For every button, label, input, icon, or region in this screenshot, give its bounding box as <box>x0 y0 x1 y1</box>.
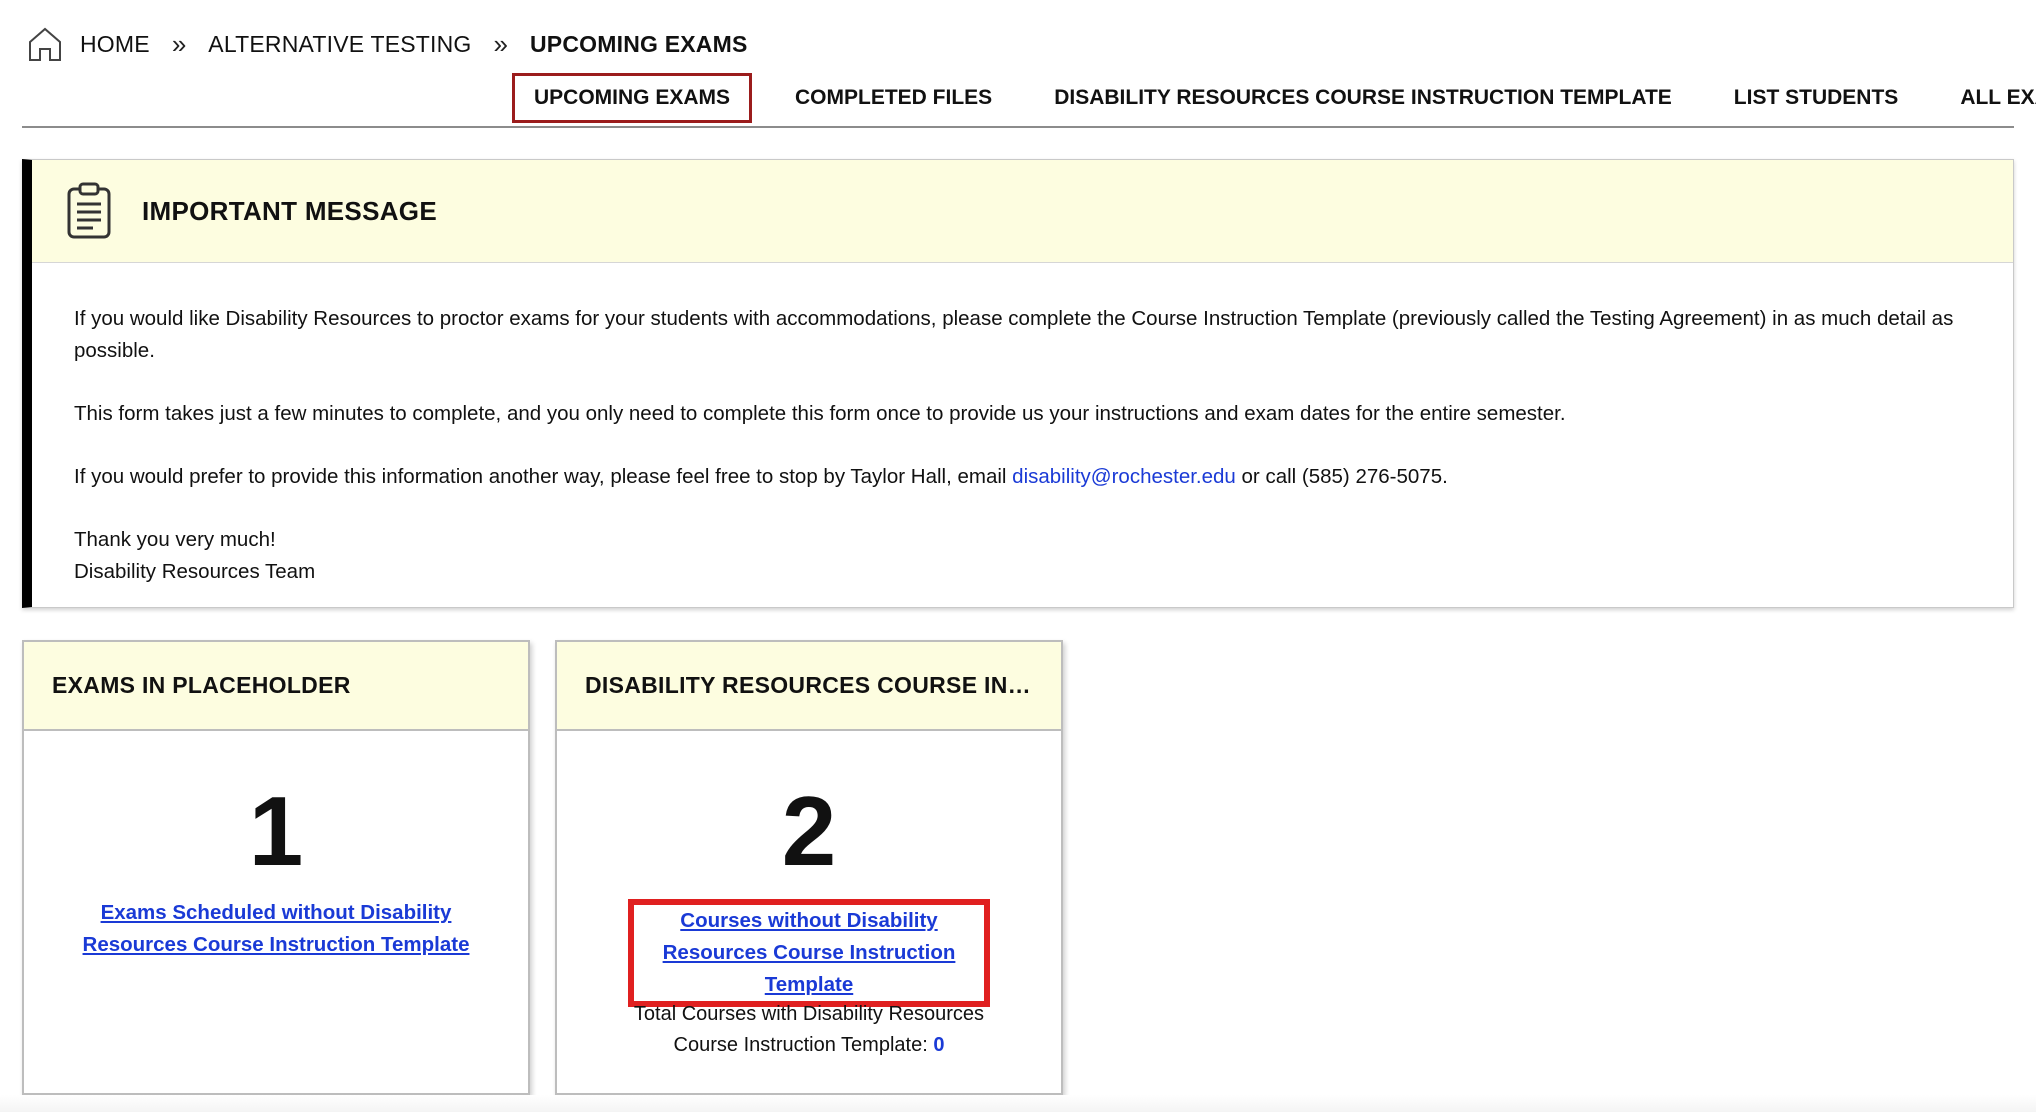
clipboard-icon <box>67 182 111 239</box>
message-text: If you would prefer to provide this info… <box>74 465 1013 488</box>
tab-list-students[interactable]: LIST STUDENTS <box>1715 73 1918 123</box>
message-title: IMPORTANT MESSAGE <box>142 195 437 226</box>
tab-bar: UPCOMING EXAMS COMPLETED FILES DISABILIT… <box>512 73 2036 123</box>
exams-placeholder-card: EXAMS IN PLACEHOLDER 1 Exams Scheduled w… <box>22 640 530 1095</box>
card-title: DISABILITY RESOURCES COURSE INSTRUCTION … <box>585 672 1033 698</box>
chevron-double-right-icon: » <box>493 29 508 59</box>
breadcrumb-current: UPCOMING EXAMS <box>530 30 748 57</box>
signature-text: Disability Resources Team <box>74 560 316 583</box>
card-header: DISABILITY RESOURCES COURSE INSTRUCTION … <box>557 642 1061 731</box>
breadcrumb-alternative-testing[interactable]: ALTERNATIVE TESTING <box>208 31 471 58</box>
breadcrumb-home[interactable]: HOME <box>80 31 150 58</box>
exams-without-template-link[interactable]: Exams Scheduled without Disability Resou… <box>76 897 476 961</box>
tab-upcoming-exams[interactable]: UPCOMING EXAMS <box>512 73 753 123</box>
message-paragraph: If you would prefer to provide this info… <box>74 461 1971 493</box>
message-paragraph: This form takes just a few minutes to co… <box>74 402 1566 425</box>
course-instruction-template-card: DISABILITY RESOURCES COURSE INSTRUCTION … <box>555 640 1063 1095</box>
chevron-double-right-icon: » <box>171 29 187 59</box>
card-title: EXAMS IN PLACEHOLDER <box>52 672 351 698</box>
home-icon[interactable] <box>26 25 64 63</box>
card-body: 1 Exams Scheduled without Disability Res… <box>24 781 528 961</box>
thanks-text: Thank you very much! <box>74 528 276 551</box>
page-bottom-fade <box>0 1095 2036 1112</box>
message-body: If you would like Disability Resources t… <box>32 263 2013 588</box>
message-signoff: Thank you very much! Disability Resources… <box>74 524 1971 588</box>
card-body: 2 Courses without Disability Resources C… <box>557 781 1061 1061</box>
breadcrumb: HOME » ALTERNATIVE TESTING » UPCOMING EX… <box>26 24 747 64</box>
message-text: or call (585) 276-5075. <box>1235 465 1448 488</box>
courses-without-template-link[interactable]: Courses without Disability Resources Cou… <box>628 899 990 1007</box>
page: HOME » ALTERNATIVE TESTING » UPCOMING EX… <box>0 0 2036 1112</box>
card-header: EXAMS IN PLACEHOLDER <box>24 642 528 731</box>
total-courses-text: Total Courses with Disability Resources … <box>619 999 999 1061</box>
message-header: IMPORTANT MESSAGE <box>32 160 2013 263</box>
tab-completed-files[interactable]: COMPLETED FILES <box>776 73 1011 123</box>
total-label: Total Courses with Disability Resources … <box>633 1003 985 1056</box>
course-count: 2 <box>781 776 837 886</box>
total-count-link[interactable]: 0 <box>933 1034 944 1056</box>
tab-course-instruction-template[interactable]: DISABILITY RESOURCES COURSE INSTRUCTION … <box>1035 73 1691 123</box>
email-link[interactable]: disability@rochester.edu <box>1012 465 1236 488</box>
tab-all-exams[interactable]: ALL EXAMS <box>1941 73 2036 123</box>
tab-divider <box>22 126 2014 128</box>
message-paragraph: If you would like Disability Resources t… <box>74 307 1954 362</box>
important-message-panel: IMPORTANT MESSAGE If you would like Disa… <box>22 159 2014 608</box>
exam-count: 1 <box>248 776 304 886</box>
